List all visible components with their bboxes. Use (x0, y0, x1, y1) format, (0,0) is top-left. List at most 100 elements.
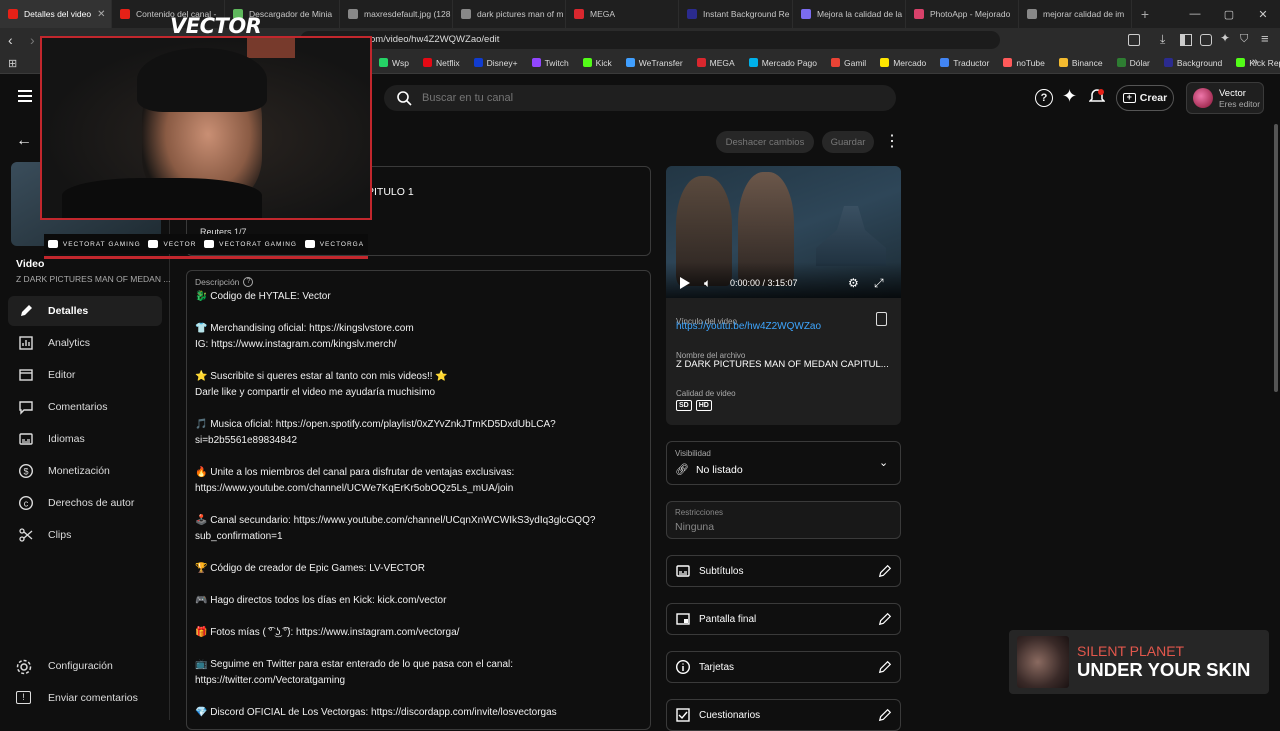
title-text[interactable]: PITULO 1 (367, 186, 414, 198)
sidebar-item-clips[interactable]: Clips (8, 520, 162, 550)
end-screen-icon (676, 613, 690, 625)
settings-icon[interactable] (16, 659, 32, 678)
social-handle: VECTORAT GAMING (204, 240, 297, 248)
account-switcher[interactable]: Vector Eres editor (1186, 82, 1264, 114)
ai-sparkle-icon[interactable]: ✦ (1062, 86, 1077, 107)
back-arrow-icon[interactable]: ← (16, 132, 32, 150)
back-arrow-icon[interactable]: ‹ (8, 32, 13, 48)
channel-search[interactable] (384, 85, 896, 111)
sidebar-item-editor[interactable]: Editor (8, 360, 162, 390)
leo-ai-icon[interactable]: ✦ (1220, 31, 1230, 45)
feedback-icon[interactable]: ! (16, 691, 31, 704)
create-button[interactable]: + Crear (1116, 85, 1174, 111)
chevron-down-icon: ⌄ (879, 457, 889, 469)
bookmark-item[interactable]: Traductor (933, 58, 996, 68)
undo-changes-button[interactable]: Deshacer cambios (716, 131, 814, 153)
bookmark-item[interactable]: Wsp (372, 58, 416, 68)
bookmark-item[interactable]: Twitch (525, 58, 576, 68)
bookmark-item[interactable]: Kick (576, 58, 619, 68)
maximize-button[interactable]: ▢ (1212, 8, 1246, 21)
browser-tab[interactable]: Mejora la calidad de la (793, 0, 906, 28)
browser-tab[interactable]: PhotoApp - Mejorado (906, 0, 1019, 28)
row-subt-tulos[interactable]: Subtítulos (666, 555, 901, 587)
browser-tab[interactable]: Detalles del video ✕ (0, 0, 112, 28)
browser-tab[interactable]: mejorar calidad de im (1019, 0, 1132, 28)
row-tarjetas[interactable]: Tarjetas (666, 651, 901, 683)
add-video-icon: + (1122, 93, 1136, 103)
streamer-name: VECTOR (170, 14, 262, 38)
close-window-button[interactable]: ✕ (1246, 8, 1280, 21)
browser-tab[interactable]: MEGA (566, 0, 679, 28)
help-circle-icon[interactable]: ? (243, 277, 254, 287)
description-field[interactable]: Descripción ? 🐉 Codigo de HYTALE: Vector… (186, 270, 651, 730)
close-tab-icon[interactable]: ✕ (97, 9, 105, 20)
download-icon[interactable]: ⤓ (1160, 32, 1165, 47)
hamburger-menu-icon[interactable] (18, 90, 32, 102)
editor-icon (19, 369, 33, 381)
social-handle: VECTORGA (304, 240, 364, 248)
edit-pencil-icon[interactable] (878, 660, 892, 674)
visibility-select[interactable]: Visibilidad 🔗︎ No listado ⌄ (666, 441, 901, 485)
bookmark-item[interactable]: Dólar (1110, 58, 1157, 68)
bookmark-item[interactable]: noTube (996, 58, 1052, 68)
description-line (195, 401, 645, 417)
bookmark-item[interactable]: MEGA (690, 58, 742, 68)
settings-link[interactable]: Configuración (48, 660, 113, 672)
sidebar-item-derechosdeautor[interactable]: c Derechos de autor (8, 488, 162, 518)
description-line: si=b2b5561e89834842 (195, 435, 298, 446)
bookmark-favicon-icon (531, 58, 541, 67)
edit-pencil-icon[interactable] (878, 564, 892, 578)
new-tab-button[interactable]: + (1132, 6, 1158, 22)
vpn-shield-icon[interactable]: ⛉ (1240, 33, 1248, 46)
more-options-icon[interactable]: ⋮ (884, 132, 900, 152)
copy-icon[interactable] (876, 312, 887, 326)
sidebar-item-monetizacin[interactable]: $ Monetización (8, 456, 162, 486)
sidebar-item-idiomas[interactable]: Idiomas (8, 424, 162, 454)
description-line (195, 497, 645, 513)
browser-tab[interactable]: dark pictures man of m (453, 0, 566, 28)
apps-grid-icon[interactable]: ⊞ (8, 57, 17, 70)
description-line: 💎 Discord OFICIAL de Los Vectorgas: http… (195, 707, 557, 718)
bookmark-item[interactable]: Netflix (416, 58, 467, 68)
browser-tab[interactable]: maxresdefault.jpg (128 (340, 0, 453, 28)
sidebar-icon[interactable] (1180, 34, 1192, 46)
bookmark-item[interactable]: Mercado Pago (742, 58, 824, 68)
help-icon[interactable]: ? (1035, 89, 1053, 107)
row-cuestionarios[interactable]: Cuestionarios (666, 699, 901, 731)
forward-arrow-icon[interactable]: › (30, 32, 35, 48)
minimize-button[interactable]: — (1178, 8, 1212, 20)
sidebar-item-label: Derechos de autor (48, 497, 135, 509)
save-button[interactable]: Guardar (822, 131, 874, 153)
subtitles-icon (19, 433, 33, 445)
video-player[interactable]: 🔈︎ 0:00:00 / 3:15:07 ⚙︎ ⤢ (666, 166, 901, 298)
comments-icon (19, 401, 33, 415)
menu-icon[interactable]: ≡ (1261, 31, 1269, 46)
screenshot-icon[interactable] (1128, 34, 1140, 46)
bookmark-item[interactable]: Binance (1052, 58, 1110, 68)
row-pantalla-final[interactable]: Pantalla final (666, 603, 901, 635)
bookmark-item[interactable]: Gamil (824, 58, 873, 68)
bookmark-item[interactable]: Mercado (873, 58, 933, 68)
description-line (195, 689, 645, 705)
notifications-icon[interactable] (1088, 88, 1106, 109)
sidebar-item-detalles[interactable]: Detalles (8, 296, 162, 326)
browser-tab[interactable]: Instant Background Re (679, 0, 793, 28)
settings-gear-icon[interactable]: ⚙︎ (848, 276, 859, 290)
search-input[interactable] (422, 92, 822, 104)
more-bookmarks-icon[interactable]: » (1252, 56, 1258, 68)
bookmark-item[interactable]: Background (1157, 58, 1229, 68)
sidebar-item-comentarios[interactable]: Comentarios (8, 392, 162, 422)
sidebar-item-label: Clips (48, 529, 72, 541)
bookmark-item[interactable]: Disney+ (467, 58, 525, 68)
bookmark-item[interactable]: WeTransfer (619, 58, 690, 68)
wallet-icon[interactable] (1200, 34, 1212, 46)
play-icon[interactable] (680, 277, 690, 289)
sidebar-item-analytics[interactable]: Analytics (8, 328, 162, 358)
scrollbar[interactable] (1274, 124, 1278, 392)
fullscreen-icon[interactable]: ⤢ (874, 276, 884, 291)
video-link[interactable]: https://youtu.be/hw4Z2WQWZao (676, 321, 821, 332)
edit-pencil-icon[interactable] (878, 612, 892, 626)
volume-icon[interactable]: 🔈︎ (704, 276, 711, 291)
send-feedback-link[interactable]: Enviar comentarios (48, 692, 138, 704)
url-field[interactable]: om/video/hw4Z2WQWZao/edit (300, 31, 1000, 49)
